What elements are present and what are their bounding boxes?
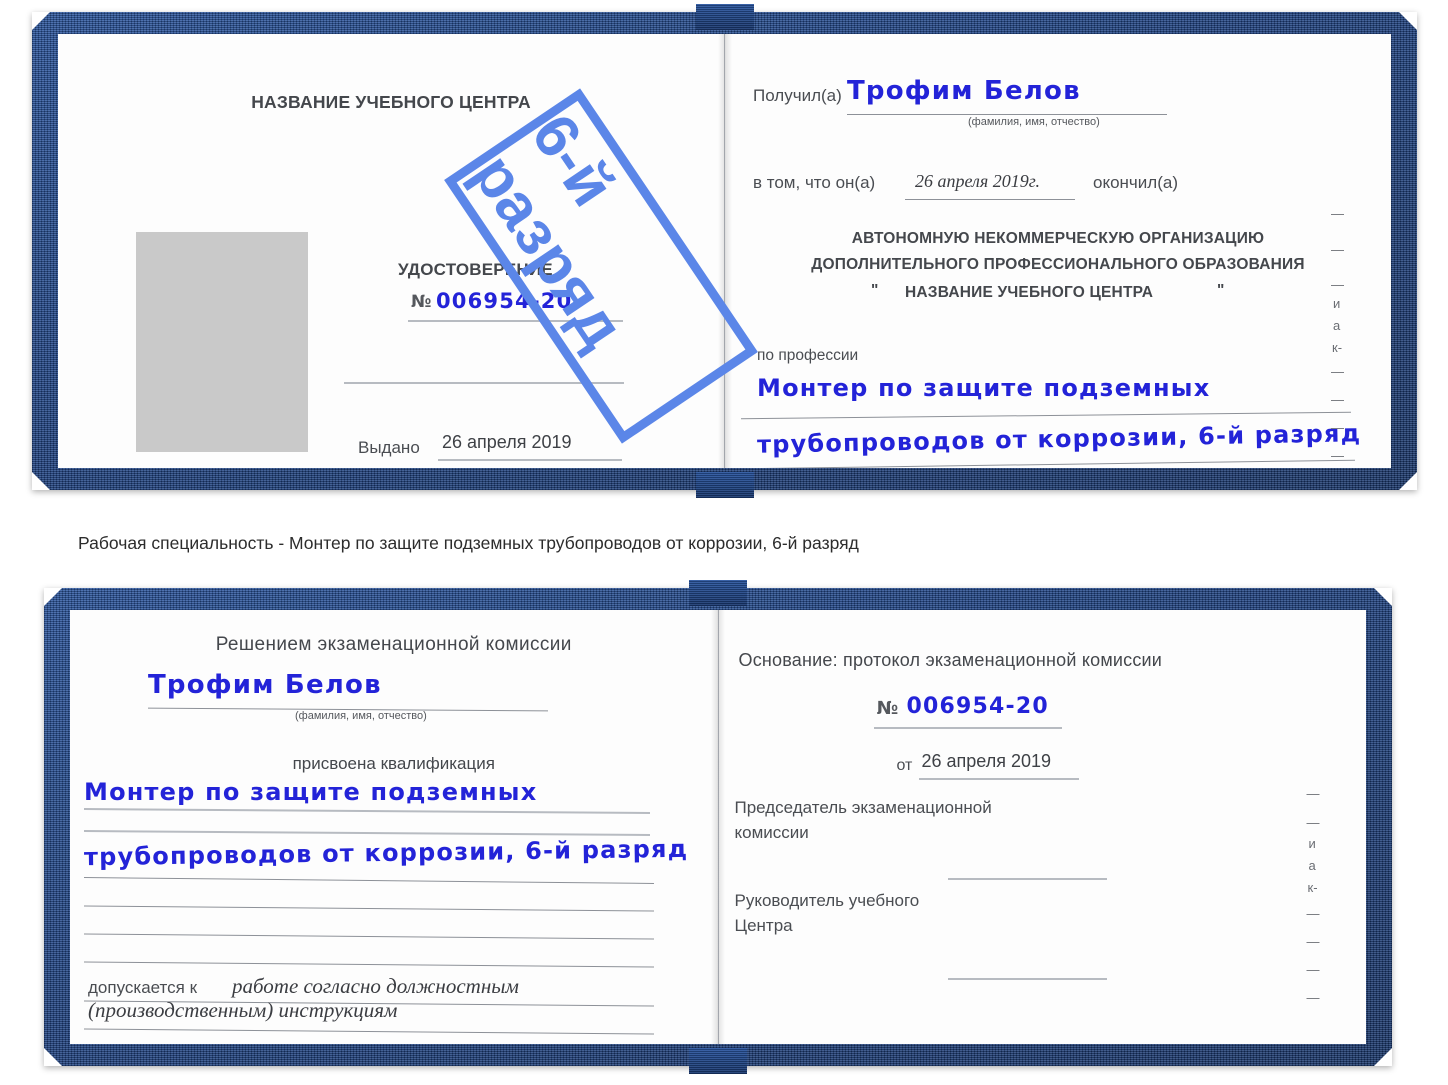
- chairman-line-1: Председатель экзаменационной: [734, 798, 992, 817]
- profession-label: по профессии: [757, 347, 859, 364]
- certificate-front-right-page: Получил(а) Трофим Белов (фамилия, имя, о…: [725, 34, 1391, 468]
- issued-date-value: 26 апреля 2019: [442, 432, 572, 452]
- certificate-front-left-page: НАЗВАНИЕ УЧЕБНОГО ЦЕНТРА УДОСТОВЕРЕНИЕ №…: [58, 34, 725, 468]
- page-caption-text: Рабочая специальность - Монтер по защите…: [78, 533, 859, 553]
- protocol-date-label: от: [896, 757, 913, 774]
- profession-line-1: Монтер по защите подземных: [757, 374, 1211, 402]
- protocol-date-value: 26 апреля 2019: [921, 751, 1052, 771]
- qualification-rule-3: [84, 877, 654, 884]
- organization-line-3: НАЗВАНИЕ УЧЕБНОГО ЦЕНТРА: [905, 284, 1154, 301]
- binding-tab-top: [689, 580, 747, 606]
- in-that-date-rule: [905, 199, 1075, 200]
- bleed-mark: —: [1331, 448, 1344, 463]
- cover-corner-top-right: [1399, 12, 1417, 30]
- qualification-line-1: Монтер по защите подземных: [84, 778, 538, 806]
- blank-line-1: [84, 905, 654, 912]
- bleed-mark: и: [1333, 296, 1341, 311]
- blank-rule-1: [344, 382, 624, 384]
- certificate-front-book: НАЗВАНИЕ УЧЕБНОГО ЦЕНТРА УДОСТОВЕРЕНИЕ №…: [32, 4, 1417, 498]
- bleed-mark: —: [1331, 420, 1344, 435]
- bleed-mark: —: [1306, 786, 1320, 801]
- bleed-mark: к-: [1332, 340, 1343, 355]
- bleed-mark: —: [1331, 242, 1344, 257]
- head-signature-rule: [947, 978, 1107, 980]
- bleed-mark: и: [1308, 836, 1316, 851]
- profession-rule-1: [741, 411, 1351, 420]
- blank-line-2: [84, 933, 654, 940]
- organization-line-1: АВТОНОМНУЮ НЕКОММЕРЧЕСКУЮ ОРГАНИЗАЦИЮ: [851, 230, 1265, 247]
- in-that-date-value: 26 апреля 2019г.: [915, 171, 1041, 191]
- received-name-value: Трофим Белов: [847, 76, 1081, 106]
- in-that-label: в том, что он(а): [753, 173, 876, 192]
- admitted-label: допускается к: [88, 978, 198, 997]
- received-name-rule: [847, 114, 1167, 115]
- photo-placeholder: [136, 232, 308, 452]
- protocol-number-rule: [873, 727, 1062, 729]
- qualification-rule-1: [83, 808, 651, 814]
- binding-tab-bottom: [695, 472, 754, 498]
- basis-label: Основание: протокол экзаменационной коми…: [738, 650, 1163, 670]
- organization-quote-close: ": [1217, 282, 1225, 299]
- head-line-2: Центра: [734, 916, 793, 935]
- cover-corner-bottom-left: [44, 1048, 62, 1066]
- binding-tab-bottom: [689, 1048, 747, 1074]
- commission-decision-title: Решением экзаменационной комиссии: [215, 634, 572, 655]
- document-number-symbol: №: [411, 292, 433, 312]
- cover-corner-top-left: [44, 588, 62, 606]
- training-center-name-heading: НАЗВАНИЕ УЧЕБНОГО ЦЕНТРА: [251, 92, 531, 112]
- chairman-signature-rule: [947, 878, 1107, 880]
- certificate-back-pages: Решением экзаменационной комиссии Трофим…: [70, 610, 1366, 1044]
- admitted-line-1: работе согласно должностным: [232, 974, 519, 998]
- bleed-mark: а: [1308, 858, 1316, 873]
- cover-corner-bottom-right: [1399, 472, 1417, 490]
- back-name-value: Трофим Белов: [148, 670, 382, 700]
- certificate-back-right-page: Основание: протокол экзаменационной коми…: [718, 610, 1366, 1044]
- page-caption: Рабочая специальность - Монтер по защите…: [78, 530, 1058, 556]
- issued-label: Выдано: [358, 438, 420, 457]
- fio-hint-front: (фамилия, имя, отчество): [968, 116, 1100, 128]
- bleed-mark: —: [1306, 990, 1320, 1005]
- certificate-back-left-page: Решением экзаменационной комиссии Трофим…: [70, 610, 719, 1044]
- bleed-mark: —: [1331, 206, 1344, 221]
- finished-label: окончил(а): [1093, 173, 1178, 192]
- qualification-rule-2: [83, 830, 651, 836]
- certificate-back-book: Решением экзаменационной комиссии Трофим…: [44, 580, 1392, 1074]
- issued-date-rule: [438, 459, 622, 461]
- document-number-rule: [408, 320, 623, 322]
- document-number-value: 006954-20: [436, 289, 573, 313]
- organization-quote-open: ": [871, 282, 879, 299]
- protocol-date-rule: [918, 778, 1079, 780]
- admitted-rule-2: [84, 1028, 654, 1035]
- head-line-1: Руководитель учебного: [734, 891, 920, 910]
- received-label: Получил(а): [753, 86, 842, 105]
- cover-corner-top-left: [32, 12, 50, 30]
- bleed-mark: —: [1331, 392, 1344, 407]
- admitted-line-2: (производственным) инструкциям: [88, 998, 398, 1022]
- profession-rule-2: [741, 459, 1355, 468]
- bleed-mark: —: [1306, 815, 1320, 830]
- bleed-mark: —: [1306, 934, 1320, 949]
- cover-corner-bottom-left: [32, 472, 50, 490]
- certificate-front-pages: НАЗВАНИЕ УЧЕБНОГО ЦЕНТРА УДОСТОВЕРЕНИЕ №…: [58, 34, 1391, 468]
- cover-corner-top-right: [1374, 588, 1392, 606]
- chairman-line-2: комиссии: [734, 823, 809, 842]
- protocol-number-value: 006954-20: [906, 694, 1049, 719]
- bleed-mark: —: [1306, 906, 1320, 921]
- fio-hint-back: (фамилия, имя, отчество): [295, 710, 427, 722]
- binding-tab-top: [695, 4, 754, 30]
- protocol-number-symbol: №: [876, 698, 900, 719]
- document-title: УДОСТОВЕРЕНИЕ: [398, 260, 553, 279]
- bleed-mark: к-: [1307, 880, 1318, 895]
- organization-line-2: ДОПОЛНИТЕЛЬНОГО ПРОФЕССИОНАЛЬНОГО ОБРАЗО…: [811, 256, 1305, 273]
- qualification-label: присвоена квалификация: [292, 754, 495, 773]
- bleed-mark: —: [1331, 277, 1344, 292]
- qualification-line-2: трубопроводов от коррозии, 6-й разряд: [83, 834, 689, 872]
- blank-line-3: [84, 961, 654, 968]
- profession-line-2: трубопроводов от коррозии, 6-й разряд: [756, 419, 1362, 459]
- bleed-mark: —: [1306, 962, 1320, 977]
- bleed-mark: —: [1331, 364, 1344, 379]
- cover-corner-bottom-right: [1374, 1048, 1392, 1066]
- bleed-mark: а: [1333, 318, 1341, 333]
